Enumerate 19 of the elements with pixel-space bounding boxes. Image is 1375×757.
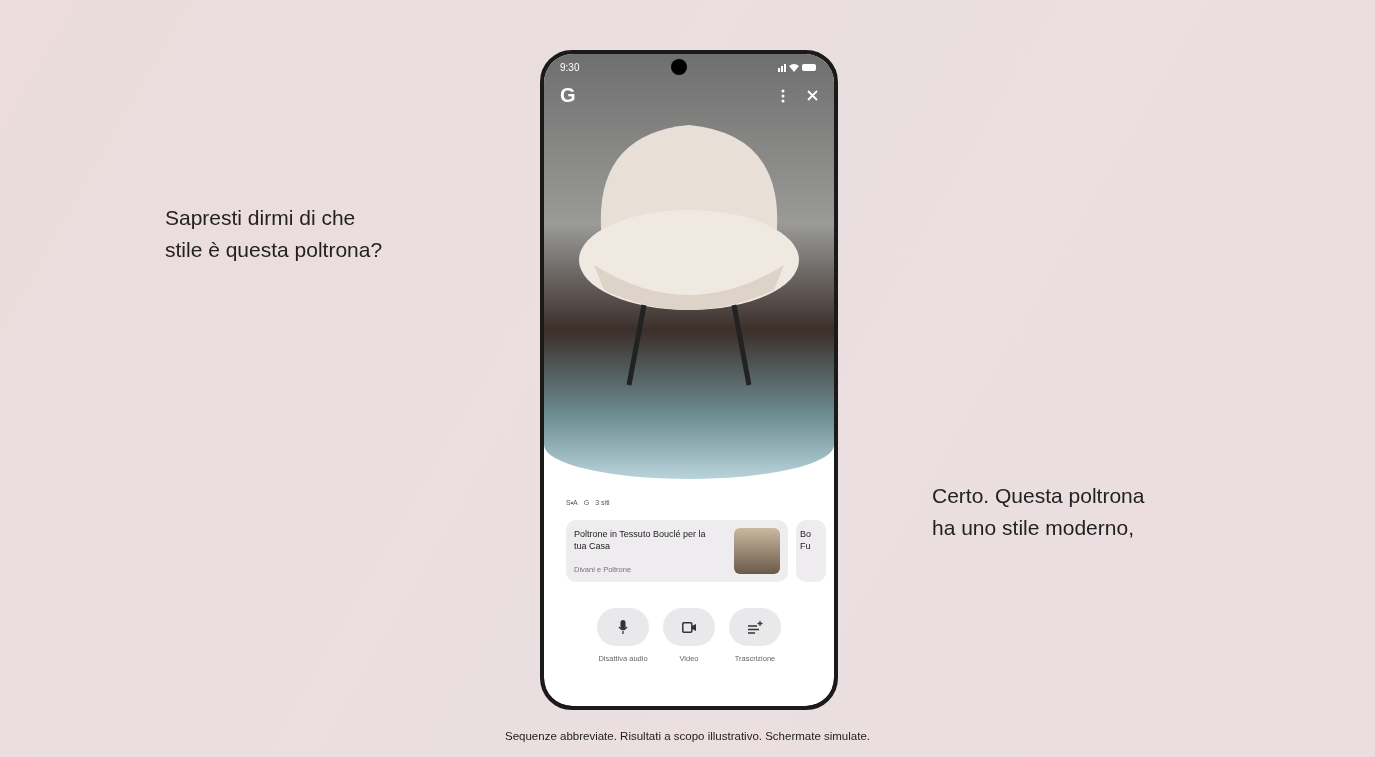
answer-caption: Certo. Questa poltrona ha uno stile moderno, — [932, 483, 1146, 541]
mute-button[interactable] — [597, 608, 649, 646]
photo-placeholder — [734, 528, 780, 574]
video-camera-icon — [682, 621, 696, 633]
question-caption: Sapresti dirmi di che stile è questa poltrona? — [165, 205, 384, 263]
card-title: Poltrone in Tessuto Bouclé per la tua Casa — [574, 528, 707, 552]
transcript-icon — [747, 620, 763, 634]
transcript-button[interactable] — [729, 608, 781, 646]
video-button[interactable] — [663, 608, 715, 646]
result-card[interactable]: Bo Fu — [796, 520, 826, 582]
microphone-icon — [618, 620, 628, 634]
more-menu-icon[interactable] — [781, 88, 785, 103]
status-icons — [778, 62, 818, 72]
disclaimer-text: Sequenze abbreviate. Risultati a scopo illustrativo. Schermate simulate. — [505, 730, 870, 742]
status-time: 9:30 — [560, 61, 580, 73]
close-icon[interactable] — [807, 90, 818, 101]
app-logo: G — [560, 84, 576, 107]
card-title: Bo Fu — [800, 528, 812, 552]
camera-hole-icon — [670, 59, 687, 75]
